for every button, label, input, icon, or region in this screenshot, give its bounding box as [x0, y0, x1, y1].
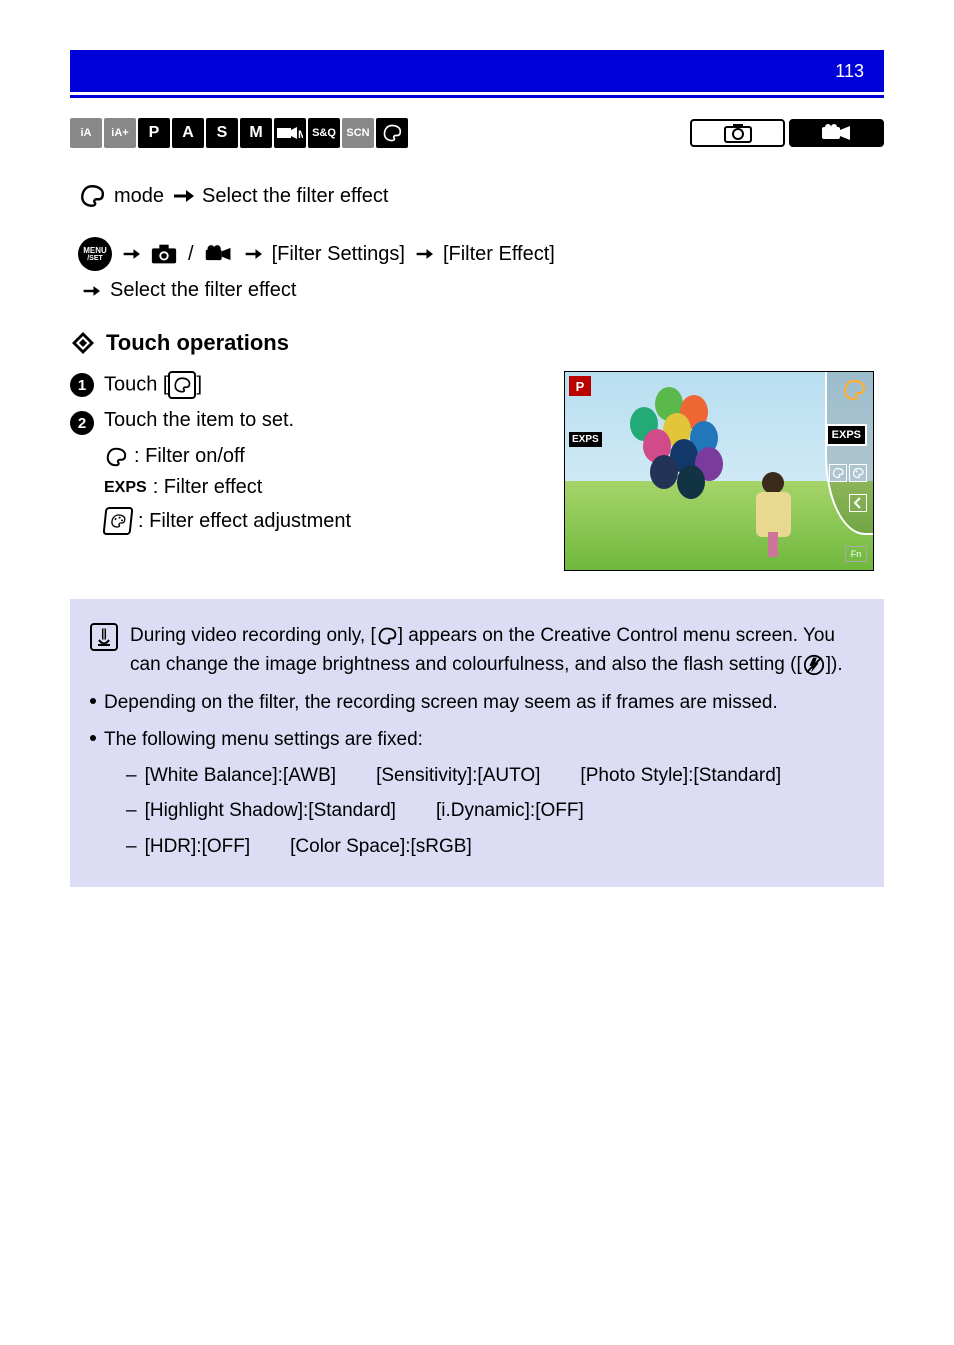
mode-creative-control	[376, 118, 408, 148]
mode-movie-m: M	[274, 118, 306, 148]
step1-post: ]	[196, 373, 202, 395]
flash-off-icon	[802, 654, 826, 676]
svg-text:M: M	[298, 129, 303, 141]
header-bar: 113	[70, 50, 884, 92]
mode-ia-plus: iA+	[104, 118, 136, 148]
touch-steps: 1 Touch [ ] 2 Touch the item to set. : F…	[70, 371, 544, 571]
mode-scn: SCN	[342, 118, 374, 148]
step-2-badge: 2	[70, 411, 94, 435]
palette-icon	[376, 626, 398, 646]
arrow-icon	[415, 246, 433, 262]
step1-pre: Touch [	[104, 373, 168, 395]
path-menu: MENU/SET / [Filter Settings] [Filter Eff…	[78, 237, 884, 302]
touch-item-c: : Filter effect adjustment	[104, 507, 544, 535]
p-mode-badge: P	[569, 376, 591, 396]
arrow-icon	[244, 246, 262, 262]
tab-chevron-left-icon[interactable]	[849, 494, 867, 512]
sub2b: [i.Dynamic]:[OFF]	[436, 796, 584, 825]
path1-after: Select the filter effect	[202, 185, 388, 208]
mode-s: S	[206, 118, 238, 148]
tab-palette-icon[interactable]	[841, 378, 867, 402]
mode-row: iA iA+ P A S M M S&Q SCN	[70, 118, 884, 148]
touch-item-a: : Filter on/off	[104, 445, 544, 468]
exps-label: EXPS	[104, 479, 147, 497]
fn-button[interactable]: Fn	[845, 546, 867, 562]
note-line1: During video recording only, [ ] appears…	[130, 621, 864, 680]
adjustment-icon	[103, 507, 134, 535]
rec-video-icon	[789, 119, 884, 147]
sub1b: [Sensitivity]:[AUTO]	[376, 761, 540, 790]
path-creative: mode Select the filter effect	[78, 183, 884, 209]
diamond-icon	[70, 330, 96, 356]
note-box: During video recording only, [ ] appears…	[70, 599, 884, 887]
touch-heading: Touch operations	[70, 330, 884, 356]
mode-icons: iA iA+ P A S M M S&Q SCN	[70, 118, 408, 148]
mode-a: A	[172, 118, 204, 148]
rec-photo-icon	[690, 119, 785, 147]
mode-sq: S&Q	[308, 118, 340, 148]
sub3a: [HDR]:[OFF]	[145, 832, 251, 861]
palette-touch-icon	[168, 371, 196, 399]
palette-icon	[104, 446, 128, 468]
tab-exps[interactable]: EXPS	[826, 424, 867, 446]
menu-set-icon: MENU/SET	[78, 237, 112, 271]
tab-adjust-icons[interactable]	[829, 464, 867, 482]
arrow-icon	[122, 246, 140, 262]
camera-icon	[150, 242, 178, 266]
sub2a: [Highlight Shadow]:[Standard]	[145, 796, 396, 825]
rec-icons	[690, 119, 884, 147]
arrow-icon	[172, 187, 194, 205]
palette-icon	[78, 183, 106, 209]
filter-settings-label: [Filter Settings]	[272, 243, 405, 266]
video-icon	[204, 243, 234, 265]
mode-ia: iA	[70, 118, 102, 148]
step2-text: Touch the item to set.	[104, 409, 294, 435]
camera-screenshot: P EXPS EXPS Fn	[564, 371, 874, 571]
filter-effect-label: [Filter Effect]	[443, 243, 555, 266]
header-divider	[70, 95, 884, 98]
bullet-icon	[90, 698, 96, 704]
note-bullet: Depending on the filter, the recording s…	[104, 688, 778, 717]
exps-badge: EXPS	[569, 432, 602, 447]
touch-item-b: EXPS : Filter effect	[104, 476, 544, 499]
page-number: 113	[835, 61, 864, 82]
step-1-badge: 1	[70, 373, 94, 397]
mode-label: mode	[114, 185, 164, 208]
note-icon	[90, 623, 118, 651]
sub1c: [Photo Style]:[Standard]	[580, 761, 781, 790]
sub1a: [White Balance]:[AWB]	[145, 761, 336, 790]
mode-p: P	[138, 118, 170, 148]
mode-m: M	[240, 118, 272, 148]
sub3b: [Color Space]:[sRGB]	[290, 832, 472, 861]
bullet-icon	[90, 735, 96, 741]
arrow-icon	[82, 283, 100, 299]
note-subhead: The following menu settings are fixed:	[104, 725, 864, 754]
path2-after: Select the filter effect	[110, 279, 296, 302]
